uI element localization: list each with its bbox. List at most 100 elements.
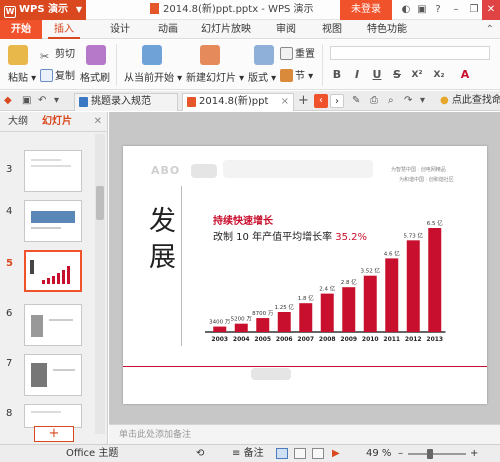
sorter-view-button[interactable] xyxy=(294,448,306,459)
bar-data-label: 5200 万 xyxy=(231,316,253,323)
x-tick-label: 2012 xyxy=(405,336,422,343)
redo-icon[interactable]: ↷ xyxy=(404,91,412,111)
notes-pane[interactable]: 单击此处添加备注 xyxy=(109,424,500,444)
subscript-button[interactable]: X₂ xyxy=(432,68,446,82)
superscript-button[interactable]: X² xyxy=(410,68,424,82)
shirt-icon[interactable]: ▣ xyxy=(414,0,430,20)
paste-button[interactable]: 粘贴 ▾ xyxy=(8,69,36,84)
current-slide[interactable]: ABO 为智慧中国 · 创电网精品 为和谐中国 · 创和谐社区 发展 持续快速增… xyxy=(123,146,487,404)
reading-view-button[interactable] xyxy=(312,448,324,459)
font-color-button[interactable]: A xyxy=(458,68,472,82)
slide-thumb-image xyxy=(24,354,82,396)
zoom-slider-knob[interactable] xyxy=(427,449,433,459)
section-button[interactable]: 节 ▾ xyxy=(280,67,313,82)
tab-view[interactable]: 视图 xyxy=(316,20,348,39)
slide-canvas: ABO 为智慧中国 · 创电网精品 为和谐中国 · 创和谐社区 发展 持续快速增… xyxy=(109,112,500,424)
underline-button[interactable]: U xyxy=(370,68,384,82)
chevron-down-icon: ▼ xyxy=(75,5,82,14)
expand-ribbon-icon[interactable]: ⌃ xyxy=(486,24,494,35)
tab-next-button[interactable]: › xyxy=(330,94,344,108)
titlebar-tools: ◐ ▣? xyxy=(398,0,446,20)
from-current-button[interactable]: 从当前开始 ▾ xyxy=(124,69,182,84)
help-icon[interactable]: ? xyxy=(430,0,446,20)
new-slide-icon[interactable] xyxy=(200,45,220,65)
panel-scrollbar[interactable] xyxy=(95,134,105,434)
save-icon[interactable]: ▣ xyxy=(22,91,31,111)
format-painter-icon[interactable] xyxy=(86,45,106,65)
normal-view-button[interactable] xyxy=(276,448,288,459)
x-tick-label: 2008 xyxy=(319,336,336,343)
notes-placeholder: 单击此处添加备注 xyxy=(119,430,192,440)
close-panel-icon[interactable]: ✕ xyxy=(94,112,102,132)
maximize-button[interactable]: ❐ xyxy=(464,0,484,20)
chart-bar xyxy=(363,275,377,332)
tab-home[interactable]: 开始 xyxy=(0,20,42,39)
app-name: WPS 演示 xyxy=(19,4,69,15)
slide-number: 5 xyxy=(6,258,13,269)
word-file-icon xyxy=(79,97,88,107)
autosave-icon[interactable]: ⟲ xyxy=(196,445,204,462)
bar-data-label: 1.8 亿 xyxy=(298,294,314,302)
tab-features[interactable]: 特色功能 xyxy=(360,20,414,39)
close-button[interactable]: ✕ xyxy=(482,0,500,20)
strikethrough-button[interactable]: S xyxy=(390,68,404,82)
wps-logo-icon: W xyxy=(4,6,16,18)
layout-button[interactable]: 版式 ▾ xyxy=(248,69,276,84)
zoom-in-button[interactable]: + xyxy=(470,445,478,462)
tab-insert[interactable]: 插入 xyxy=(48,20,80,39)
minimize-button[interactable]: – xyxy=(446,0,466,20)
bold-button[interactable]: B xyxy=(330,68,344,82)
bar-data-label: 4.6 亿 xyxy=(384,249,400,257)
x-tick-label: 2009 xyxy=(340,336,357,343)
skin-icon[interactable]: ◐ xyxy=(398,0,414,20)
copy-icon xyxy=(40,69,53,82)
tab-slideshow[interactable]: 幻灯片放映 xyxy=(196,20,256,39)
slide-number: 6 xyxy=(6,308,13,319)
pin-icon[interactable]: ✎ xyxy=(352,91,360,111)
add-slide-button[interactable]: + xyxy=(34,426,74,442)
chart-bar xyxy=(213,326,227,332)
doc-tab-2[interactable]: 2014.8(新)ppt × xyxy=(182,93,294,111)
notes-toggle[interactable]: ≡ 备注 xyxy=(232,445,264,462)
close-tab-icon[interactable]: × xyxy=(281,94,289,110)
layout-icon[interactable] xyxy=(254,45,274,65)
undo-icon[interactable]: ↶ xyxy=(38,91,46,111)
more-icon[interactable]: ▾ xyxy=(54,91,59,111)
doc-tab-1[interactable]: 挑题录入规范 xyxy=(74,93,178,111)
format-painter-button[interactable]: 格式刷 xyxy=(80,69,110,84)
redacted-footer xyxy=(251,368,291,380)
font-selector[interactable] xyxy=(330,46,490,60)
paste-icon[interactable] xyxy=(8,45,28,65)
dropdown-icon[interactable]: ▾ xyxy=(420,91,425,111)
app-menu-button[interactable]: W WPS 演示 ▼ xyxy=(0,0,86,20)
new-tab-icon[interactable]: + xyxy=(298,91,309,111)
logo-icon[interactable]: ◆ xyxy=(4,91,12,111)
print-icon[interactable]: ⎙ xyxy=(370,91,378,111)
preview-icon[interactable]: ⌕ xyxy=(388,91,394,111)
tab-outline[interactable]: 大纲 xyxy=(8,112,28,132)
ribbon-separator xyxy=(322,44,323,86)
italic-button[interactable]: I xyxy=(350,68,364,82)
tab-design[interactable]: 设计 xyxy=(104,20,136,39)
tab-animation[interactable]: 动画 xyxy=(150,20,186,39)
scrollbar-thumb[interactable] xyxy=(96,186,104,220)
command-search[interactable]: ● 点此查找命令及 xyxy=(440,91,500,111)
tab-prev-button[interactable]: ‹ xyxy=(314,94,328,108)
footer-red-line xyxy=(123,366,487,367)
copy-button[interactable]: 复制 xyxy=(40,67,75,82)
cut-button[interactable]: ✂ 剪切 xyxy=(40,45,75,63)
panel-tabs: 大纲 幻灯片 ✕ xyxy=(0,112,108,132)
reset-icon xyxy=(280,47,293,60)
slideshow-play-icon[interactable] xyxy=(142,45,162,65)
bar-data-label: 5.73 亿 xyxy=(404,231,424,239)
play-slideshow-icon[interactable]: ▶ xyxy=(332,445,340,462)
new-slide-button[interactable]: 新建幻灯片 ▾ xyxy=(186,69,244,84)
reset-button[interactable]: 重置 xyxy=(280,45,315,60)
zoom-out-button[interactable]: – xyxy=(398,445,403,462)
tab-slides[interactable]: 幻灯片 xyxy=(42,112,72,132)
bar-data-label: 8700 万 xyxy=(252,310,274,317)
login-button[interactable]: 未登录 xyxy=(340,0,392,20)
menu-tabs: 开始 插入 设计 动画 幻灯片放映 审阅 视图 特色功能 ⌃ xyxy=(0,20,500,39)
zoom-slider[interactable] xyxy=(408,453,466,455)
tab-review[interactable]: 审阅 xyxy=(270,20,302,39)
